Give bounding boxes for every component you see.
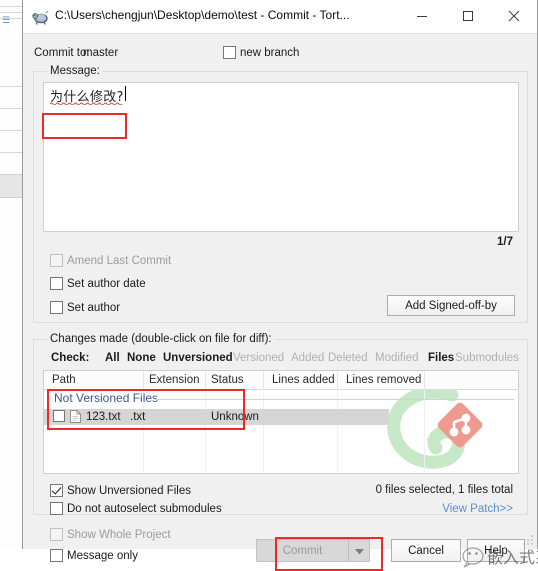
text-caret: [125, 86, 126, 101]
chevron-down-icon: [355, 549, 364, 555]
table-row[interactable]: 123.txt .txt Unknown: [44, 409, 389, 425]
tortoisegit-icon: [32, 10, 48, 25]
help-button-label: Help: [484, 544, 508, 557]
add-signed-off-by-button[interactable]: Add Signed-off-by: [387, 295, 515, 316]
file-group-header-label: Not Versioned Files: [54, 391, 159, 405]
screenshot-root: ☰ C:\Users\chengjun\Desktop\demo\test - …: [0, 0, 538, 571]
add-signed-off-by-label: Add Signed-off-by: [405, 299, 497, 312]
commit-message-input[interactable]: 为什么修改?: [43, 82, 519, 232]
maximize-icon: [463, 11, 473, 21]
filter-versioned: Versioned: [233, 352, 285, 364]
commit-to-branch: master: [83, 47, 119, 59]
window-title: C:\Users\chengjun\Desktop\demo\test - Co…: [55, 8, 350, 22]
dialog-body: Commit to: master new branch Message: 为什…: [23, 34, 538, 571]
cell-status: Unknown: [211, 411, 259, 423]
filter-deleted: Deleted: [328, 352, 368, 364]
maximize-button[interactable]: [445, 0, 491, 32]
amend-last-commit-checkbox: [50, 254, 63, 267]
file-row-checkbox[interactable]: [53, 410, 65, 422]
message-only-label[interactable]: Message only: [67, 550, 138, 562]
column-header-path[interactable]: Path: [52, 374, 76, 386]
cancel-button[interactable]: Cancel: [391, 539, 461, 562]
help-button[interactable]: Help: [467, 539, 525, 562]
cancel-button-label: Cancel: [408, 544, 444, 557]
column-header-extension[interactable]: Extension: [149, 374, 200, 386]
file-list-header: Path Extension Status Lines added Lines …: [44, 371, 518, 390]
svg-text:☰: ☰: [2, 16, 10, 26]
view-patch-link[interactable]: View Patch>>: [442, 503, 513, 515]
show-whole-project-checkbox: [50, 528, 63, 541]
close-button[interactable]: [491, 0, 537, 32]
set-author-date-label[interactable]: Set author date: [67, 278, 146, 290]
background-window-icon: ☰: [2, 16, 10, 26]
new-branch-checkbox[interactable]: [223, 46, 236, 59]
minimize-icon: [417, 16, 427, 17]
background-window-sliver: ☰: [0, 0, 23, 549]
set-author-label[interactable]: Set author: [67, 302, 120, 314]
cell-path: 123.txt: [86, 411, 121, 423]
filter-unversioned[interactable]: Unversioned: [163, 352, 233, 364]
spellcheck-underline-icon: [50, 102, 123, 105]
commit-dialog: C:\Users\chengjun\Desktop\demo\test - Co…: [22, 0, 538, 571]
filter-submodules: Submodules: [455, 352, 519, 364]
resize-grip-icon[interactable]: [523, 535, 534, 546]
file-count-status: 0 files selected, 1 files total: [375, 484, 513, 496]
file-icon: [70, 410, 81, 423]
filter-files[interactable]: Files: [428, 352, 454, 364]
message-group-caption: Message:: [47, 65, 103, 77]
commit-button: Commit: [256, 539, 348, 562]
message-line-counter: 1/7: [497, 236, 513, 248]
changes-group-caption: Changes made (double-click on file for d…: [47, 333, 275, 345]
cell-extension: .txt: [130, 411, 146, 423]
show-unversioned-files-label[interactable]: Show Unversioned Files: [67, 485, 191, 497]
minimize-button[interactable]: [399, 0, 445, 32]
new-branch-label[interactable]: new branch: [240, 47, 299, 59]
set-author-date-checkbox[interactable]: [50, 277, 63, 290]
set-author-checkbox[interactable]: [50, 301, 63, 314]
filter-none[interactable]: None: [127, 352, 156, 364]
commit-to-label: Commit to:: [34, 47, 90, 59]
filter-all[interactable]: All: [105, 352, 120, 364]
close-icon: [508, 10, 520, 22]
no-autoselect-submodules-label[interactable]: Do not autoselect submodules: [67, 503, 222, 515]
show-whole-project-label: Show Whole Project: [67, 529, 171, 541]
filter-modified: Modified: [375, 352, 419, 364]
filter-added: Added: [291, 352, 325, 364]
file-list[interactable]: Path Extension Status Lines added Lines …: [43, 370, 519, 474]
column-header-lines-removed[interactable]: Lines removed: [346, 374, 421, 386]
no-autoselect-submodules-checkbox[interactable]: [50, 502, 63, 515]
amend-last-commit-label: Amend Last Commit: [67, 255, 172, 267]
commit-button-label: Commit: [282, 544, 323, 557]
message-only-checkbox[interactable]: [50, 549, 63, 562]
title-bar: C:\Users\chengjun\Desktop\demo\test - Co…: [23, 0, 537, 34]
column-header-lines-added[interactable]: Lines added: [272, 374, 335, 386]
commit-dropdown-button[interactable]: [348, 539, 370, 562]
file-group-header-row: Not Versioned Files: [44, 390, 518, 407]
check-label: Check:: [51, 352, 90, 364]
column-header-status[interactable]: Status: [211, 374, 244, 386]
show-unversioned-files-checkbox[interactable]: [50, 484, 63, 497]
